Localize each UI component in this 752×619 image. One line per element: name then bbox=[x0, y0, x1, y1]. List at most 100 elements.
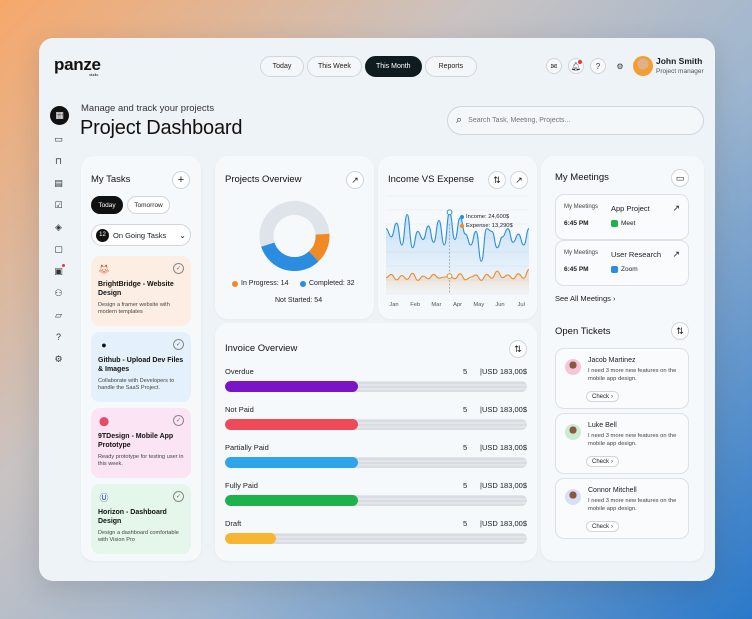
check-label: Check bbox=[592, 393, 610, 400]
legend-in-progress: In Progress: 14 bbox=[232, 280, 288, 287]
x-tick-label: Jul bbox=[517, 302, 524, 308]
ongoing-count: 12 bbox=[96, 228, 109, 242]
ticket-message: I need 3 more new features on the mobile… bbox=[588, 433, 677, 447]
ongoing-label: On Going Tasks bbox=[113, 230, 167, 240]
filter-icon[interactable]: ⇅ bbox=[509, 340, 527, 358]
tab-today[interactable]: Today bbox=[260, 56, 304, 77]
ticket-user-name: Jacob Martinez bbox=[588, 357, 636, 364]
calendar-icon[interactable]: ▭ bbox=[671, 169, 689, 187]
task-card[interactable]: Ⓤ ✓ Horizon - Dashboard Design Design a … bbox=[91, 484, 191, 554]
chat-icon[interactable]: ▢ bbox=[50, 241, 67, 257]
task-card[interactable]: 🦊︎ ✓ BrightBridge - Website Design Desig… bbox=[91, 256, 191, 326]
invoice-amount: USD 183,00$ bbox=[481, 519, 527, 528]
invoice-amount: USD 183,00$ bbox=[481, 443, 527, 452]
check-circle-icon[interactable]: ✓ bbox=[173, 263, 184, 274]
tab-this-month[interactable]: This Month bbox=[364, 56, 422, 77]
check-button[interactable]: Check › bbox=[586, 391, 620, 402]
page-subtitle: Manage and track your projects bbox=[81, 103, 215, 114]
task-description: Collaborate with Developers to handle th… bbox=[98, 377, 175, 392]
my-tasks-card: My Tasks + Today Tomorrow 12 On Going Ta… bbox=[81, 156, 201, 561]
invoice-progress-track bbox=[225, 381, 527, 392]
invoice-count: 5 bbox=[463, 405, 468, 414]
github-icon: ● bbox=[101, 340, 107, 350]
grid-icon[interactable]: ▦ bbox=[50, 106, 69, 125]
avatar bbox=[565, 359, 581, 375]
meeting-card[interactable]: My Meetings 6:45 PM User Research Zoom ↗ bbox=[555, 240, 689, 286]
calendar-icon[interactable]: ▭ bbox=[50, 131, 67, 147]
add-task-button[interactable]: + bbox=[172, 171, 190, 189]
tasks-tab-tomorrow[interactable]: Tomorrow bbox=[127, 196, 170, 214]
meeting-time: 6:45 PM bbox=[564, 266, 589, 273]
x-tick-label: Apr bbox=[453, 302, 462, 308]
folder-icon[interactable]: ▱ bbox=[50, 307, 67, 323]
filter-icon[interactable]: ⇅ bbox=[671, 322, 689, 340]
help-icon[interactable]: ? bbox=[590, 58, 606, 74]
tab-this-week[interactable]: This Week bbox=[307, 56, 362, 77]
income-hover-point bbox=[446, 209, 453, 216]
meeting-label: My Meetings bbox=[564, 250, 599, 256]
settings-icon[interactable]: ⚙ bbox=[50, 351, 67, 367]
message-icon[interactable]: ▣ bbox=[50, 263, 67, 279]
page-title: Project Dashboard bbox=[80, 117, 243, 139]
income-expense-card: Income VS Expense ⇅ ↗ Jan Feb Mar Apr May Jun… bbox=[378, 156, 537, 319]
ongoing-tasks-dropdown[interactable]: 12 On Going Tasks ⌄ bbox=[91, 224, 191, 246]
bell-icon[interactable]: 🔔︎ bbox=[568, 58, 584, 74]
invoice-count: 5 bbox=[463, 367, 468, 376]
meeting-time: 6:45 PM bbox=[564, 220, 589, 227]
invoice-amount: USD 183,00$ bbox=[481, 367, 527, 376]
check-label: Check bbox=[592, 523, 610, 530]
x-tick-label: May bbox=[473, 302, 484, 308]
ticket-card: Jacob Martinez I need 3 more new feature… bbox=[555, 348, 689, 409]
help-circle-icon[interactable]: ? bbox=[50, 329, 67, 345]
open-tickets-title: Open Tickets bbox=[555, 326, 611, 337]
check-circle-icon[interactable]: ✓ bbox=[173, 415, 184, 426]
clipboard-icon[interactable]: ▤ bbox=[50, 175, 67, 191]
tab-reports[interactable]: Reports bbox=[424, 56, 478, 77]
mail-icon[interactable]: ✉ bbox=[546, 58, 562, 74]
user-name: John Smith bbox=[656, 56, 703, 66]
task-card[interactable]: ⬤ ✓ 9TDesign - Mobile App Prototype Read… bbox=[91, 408, 191, 478]
bag-icon[interactable]: ⊓ bbox=[50, 153, 67, 169]
chevron-right-icon: › bbox=[612, 294, 616, 303]
check-button[interactable]: Check › bbox=[586, 521, 620, 532]
horizon-logo-icon: Ⓤ bbox=[99, 492, 109, 503]
task-description: Design a dashboard comfortable with Visi… bbox=[98, 529, 179, 544]
tasks-tab-today[interactable]: Today bbox=[91, 196, 123, 214]
period-tabs: Today This Week This Month Reports bbox=[260, 56, 478, 77]
invoice-row: Draft 5 | USD 183,00$ bbox=[225, 519, 527, 544]
invoice-row: Not Paid 5 | USD 183,00$ bbox=[225, 405, 527, 430]
check-circle-icon[interactable]: ✓ bbox=[173, 339, 184, 350]
ticket-user-name: Luke Bell bbox=[588, 422, 617, 429]
meeting-card[interactable]: My Meetings 6:45 PM App Project Meet ↗ bbox=[555, 194, 689, 240]
avatar[interactable] bbox=[633, 56, 653, 76]
gear-icon[interactable]: ⚙ bbox=[612, 58, 628, 74]
layers-icon[interactable]: ◈ bbox=[50, 219, 67, 235]
meeting-name: User Research bbox=[611, 250, 662, 259]
arrow-up-right-icon[interactable]: ↗ bbox=[672, 203, 680, 214]
chevron-right-icon: › bbox=[611, 458, 614, 465]
see-all-meetings-link[interactable]: See All Meetings › bbox=[555, 294, 615, 303]
x-tick-label: Mar bbox=[431, 302, 441, 308]
users-icon[interactable]: ⚇ bbox=[50, 285, 67, 301]
my-meetings-title: My Meetings bbox=[555, 172, 609, 183]
meetings-card: My Meetings ▭ My Meetings 6:45 PM App Pr… bbox=[541, 156, 704, 561]
arrow-up-right-icon[interactable]: ↗ bbox=[672, 249, 680, 260]
task-name: BrightBridge - Website Design bbox=[98, 281, 174, 297]
check-button[interactable]: Check › bbox=[586, 456, 620, 467]
ticket-card: Luke Bell I need 3 more new features on … bbox=[555, 413, 689, 474]
task-card[interactable]: ● ✓ Github - Upload Dev Files & Images C… bbox=[91, 332, 191, 402]
task-name: 9TDesign - Mobile App Prototype bbox=[98, 433, 174, 449]
check-circle-icon[interactable]: ✓ bbox=[173, 491, 184, 502]
invoice-row: Fully Paid 5 | USD 183,00$ bbox=[225, 481, 527, 506]
completed-dot bbox=[300, 280, 306, 287]
invoice-progress-track bbox=[225, 533, 527, 544]
tooltip-income: Income: 24,600$ bbox=[466, 214, 510, 220]
search-bar[interactable]: ⌕ bbox=[447, 106, 704, 135]
projects-overview-card: Projects Overview ↗ In Progress: 14 Comp… bbox=[215, 156, 374, 319]
in-progress-dot bbox=[232, 280, 238, 287]
invoice-count: 5 bbox=[463, 443, 468, 452]
search-input[interactable] bbox=[468, 117, 689, 124]
not-started-label: Not Started: 54 bbox=[275, 297, 323, 304]
x-tick-label: Feb bbox=[410, 302, 420, 308]
check-square-icon[interactable]: ☑ bbox=[50, 197, 67, 213]
